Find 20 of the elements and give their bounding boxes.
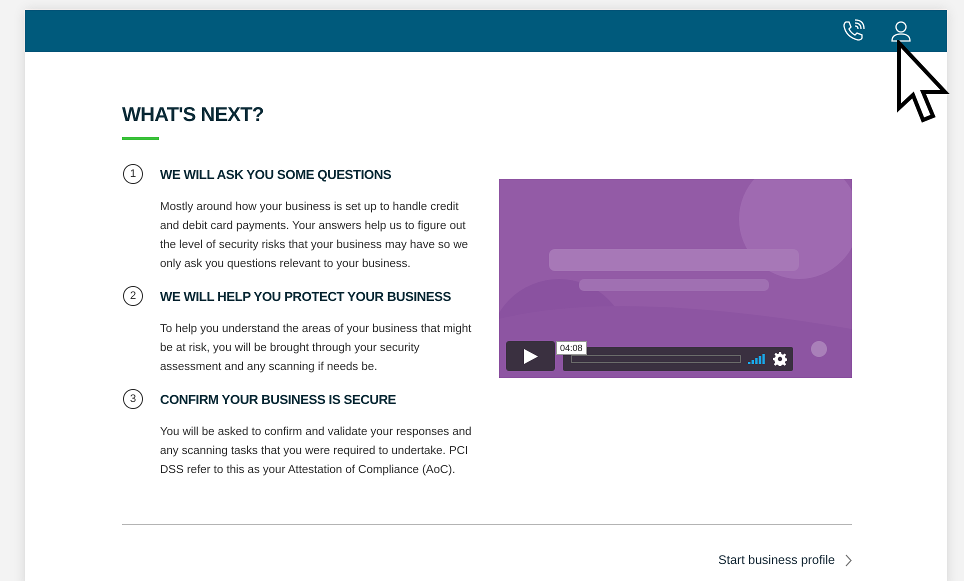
step-title: WE WILL ASK YOU SOME QUESTIONS [160, 166, 392, 182]
play-button[interactable] [506, 341, 555, 371]
volume-icon[interactable] [748, 354, 766, 364]
step-title: CONFIRM YOUR BUSINESS IS SECURE [160, 392, 398, 406]
section-heading: WHAT'S NEXT? [122, 104, 264, 127]
step-description: To help you understand the areas of your business that might be at risk, you will be brought through your security assessment and any scanning if needs be. [160, 322, 472, 375]
step-title: WE WILL HELP YOU PROTECT YOUR BUSINESS [160, 288, 452, 304]
progress-track[interactable] [571, 355, 741, 363]
phone-icon[interactable] [841, 19, 865, 43]
step-description: Mostly around how your business is set up to handle credit and debit card payments. Your answers help us to figure out the level of security risks that your business may have so we only ask you questions relevant to your business. [160, 200, 470, 272]
play-icon [524, 348, 538, 364]
user-icon[interactable] [891, 20, 911, 42]
chevron-icon [845, 554, 852, 566]
step-number: 1 [123, 164, 143, 184]
step-number: 2 [123, 286, 143, 306]
settings-icon[interactable] [773, 352, 787, 366]
time-tooltip: 04:08 [556, 341, 587, 355]
start-profile-link[interactable]: Start business profile [718, 553, 852, 567]
step-description: You will be asked to confirm and validate your responses and any scanning tasks that you were required to undertake. PCI DSS refer to this as your Attestation of Compliance (AoC). [160, 425, 473, 478]
step-number: 3 [123, 389, 143, 409]
